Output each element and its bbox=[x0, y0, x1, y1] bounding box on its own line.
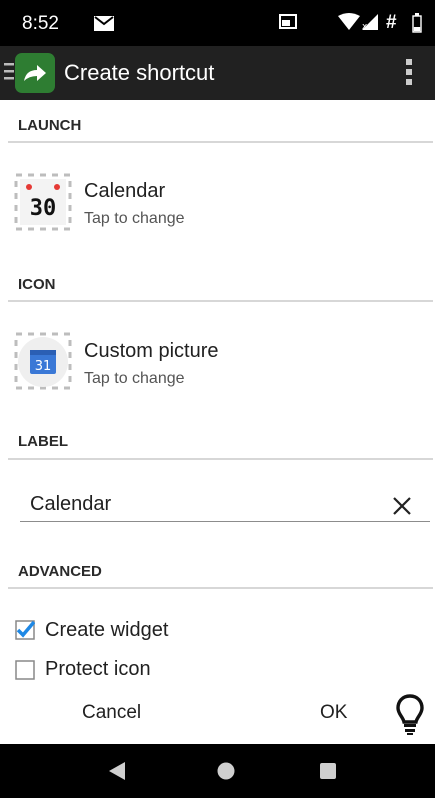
mail-icon bbox=[94, 16, 114, 36]
recents-icon[interactable] bbox=[319, 762, 337, 785]
lightbulb-icon[interactable] bbox=[394, 693, 426, 742]
back-icon[interactable] bbox=[109, 762, 125, 785]
advanced-divider bbox=[8, 587, 433, 589]
icon-section-header: ICON bbox=[18, 276, 56, 293]
overflow-menu-icon[interactable] bbox=[404, 58, 414, 91]
calendar-day-number: 30 bbox=[30, 196, 57, 221]
status-hash: # bbox=[386, 12, 397, 33]
calendar-app-icon[interactable]: 30 bbox=[14, 173, 72, 231]
custom-picture-icon[interactable]: 31 bbox=[14, 332, 72, 390]
cancel-button[interactable]: Cancel bbox=[82, 702, 141, 724]
advanced-section-header: ADVANCED bbox=[18, 563, 102, 580]
icon-divider bbox=[8, 300, 433, 302]
icon-title[interactable]: Custom picture bbox=[84, 340, 219, 363]
navigation-bar bbox=[0, 744, 435, 798]
signal-icon: x bbox=[362, 14, 380, 35]
create-widget-checkbox[interactable] bbox=[15, 620, 36, 640]
page-title: Create shortcut bbox=[64, 60, 215, 85]
launch-section-header: LAUNCH bbox=[18, 117, 82, 134]
launch-subtitle: Tap to change bbox=[84, 210, 185, 227]
wifi-icon bbox=[338, 13, 360, 36]
protect-icon-label[interactable]: Protect icon bbox=[45, 658, 151, 681]
home-icon[interactable] bbox=[217, 762, 235, 785]
svg-text:x: x bbox=[362, 22, 368, 30]
drawer-icon[interactable] bbox=[4, 61, 14, 88]
protect-icon-checkbox[interactable] bbox=[15, 660, 35, 680]
label-divider bbox=[8, 458, 433, 460]
app-logo-icon bbox=[15, 53, 55, 93]
battery-icon bbox=[412, 13, 422, 38]
status-time: 8:52 bbox=[22, 13, 59, 34]
label-input[interactable] bbox=[20, 487, 430, 522]
launch-divider bbox=[8, 141, 433, 143]
label-section-header: LABEL bbox=[18, 433, 68, 450]
launch-title[interactable]: Calendar bbox=[84, 180, 165, 203]
custom-picture-day: 31 bbox=[35, 359, 52, 374]
app-bar: Create shortcut bbox=[0, 46, 435, 100]
create-widget-label[interactable]: Create widget bbox=[45, 619, 168, 642]
clear-icon[interactable] bbox=[388, 492, 416, 520]
cast-icon bbox=[279, 14, 297, 35]
status-bar: 8:52 x # bbox=[0, 0, 435, 46]
icon-subtitle: Tap to change bbox=[84, 370, 185, 387]
ok-button[interactable]: OK bbox=[320, 702, 347, 724]
